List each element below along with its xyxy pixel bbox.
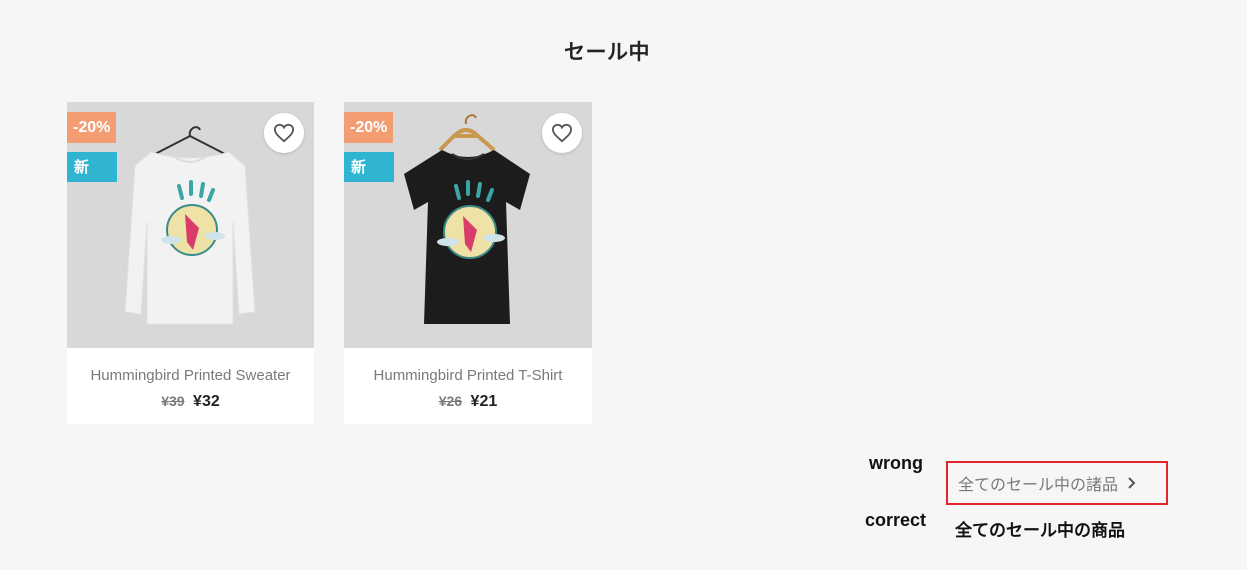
sale-price: ¥32	[193, 393, 220, 410]
product-thumbnail[interactable]: -20% 新	[344, 102, 592, 348]
product-card[interactable]: -20% 新 Hummingbird Printed Sweater ¥39 ¥…	[67, 102, 314, 424]
chevron-right-icon	[1126, 476, 1136, 490]
new-flag: 新	[344, 152, 394, 182]
regular-price: ¥39	[161, 393, 185, 409]
correct-text: 全てのセール中の商品	[955, 521, 1125, 541]
product-card[interactable]: -20% 新 Hummingbird Printed T-Shirt ¥26 ¥…	[344, 102, 592, 424]
heart-outline-icon	[273, 123, 295, 143]
wrong-label: wrong	[869, 453, 923, 473]
product-name[interactable]: Hummingbird Printed T-Shirt	[344, 367, 592, 384]
correct-label: correct	[865, 510, 927, 530]
all-sale-products-link-text: 全てのセール中の諸品	[958, 475, 1119, 494]
wishlist-button[interactable]	[542, 113, 582, 153]
product-name[interactable]: Hummingbird Printed Sweater	[67, 367, 314, 384]
product-price: ¥26 ¥21	[344, 393, 592, 411]
heart-outline-icon	[551, 123, 573, 143]
regular-price: ¥26	[438, 393, 463, 409]
wishlist-button[interactable]	[264, 113, 304, 153]
discount-flag: -20%	[344, 112, 394, 143]
discount-flag: -20%	[67, 112, 117, 143]
section-title: セール中	[564, 40, 650, 64]
page: セール中 -20% 新 Hummingbird Printed Sweater …	[0, 0, 1247, 570]
new-flag: 新	[67, 152, 117, 182]
product-price: ¥39 ¥32	[67, 393, 314, 411]
all-sale-products-link[interactable]: 全てのセール中の諸品	[946, 461, 1168, 505]
sale-price: ¥21	[470, 393, 498, 410]
product-thumbnail[interactable]: -20% 新	[67, 102, 314, 348]
